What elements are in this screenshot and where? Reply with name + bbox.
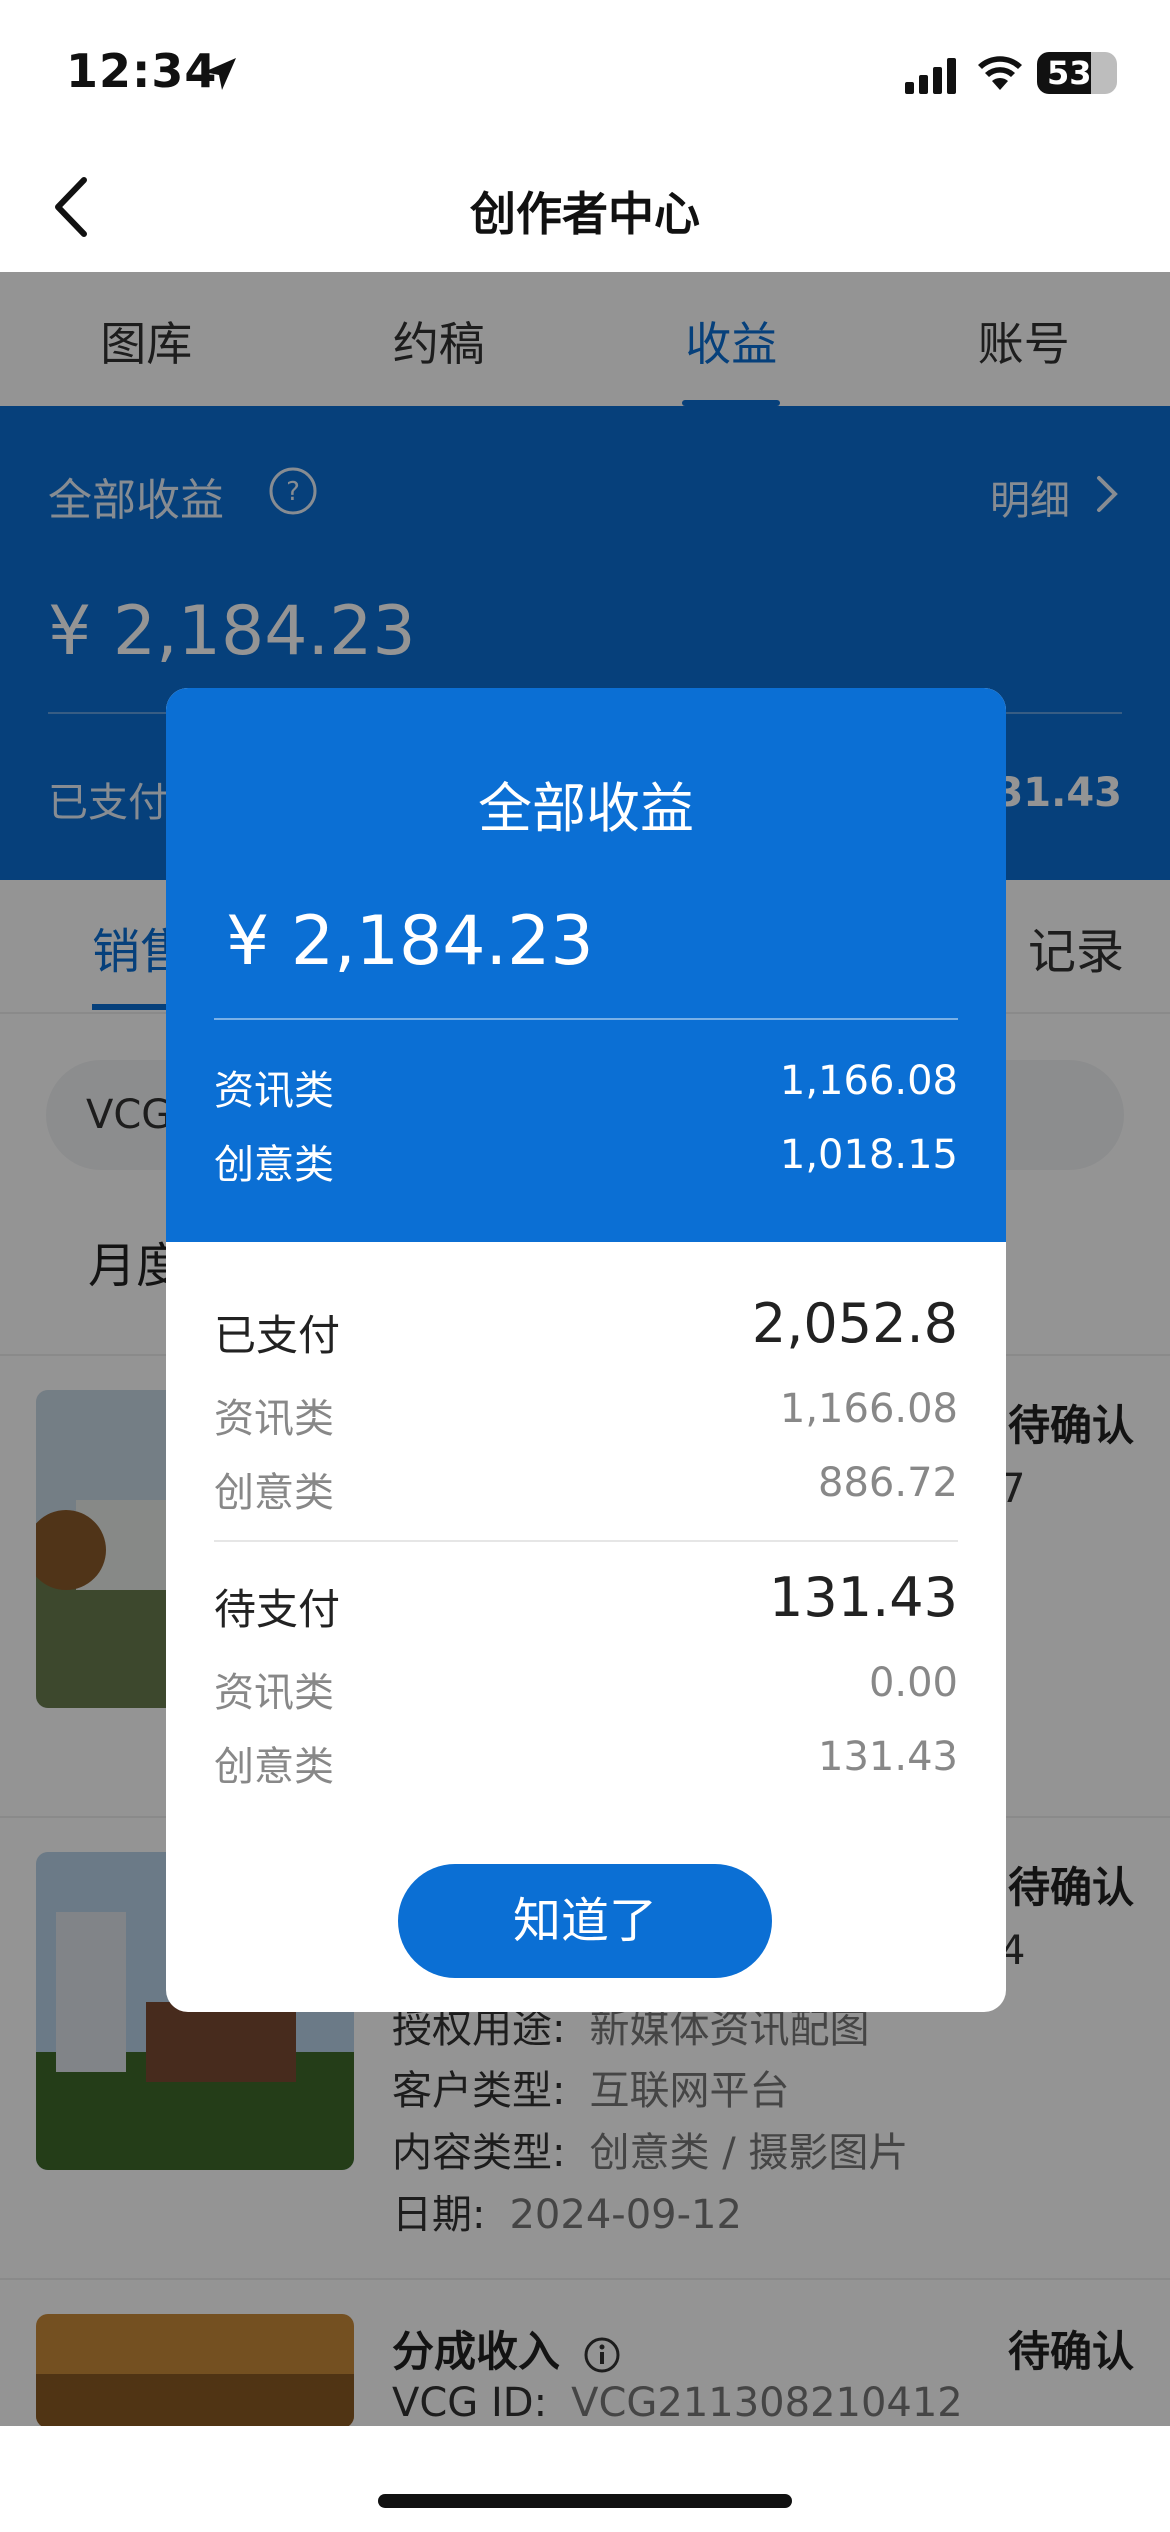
breakdown-label: 创意类	[214, 1142, 334, 1188]
page-title: 创作者中心	[470, 187, 700, 241]
modal-header: 全部收益 ¥ 2,184.23 资讯类 1,166.08 创意类 1,018.1…	[166, 688, 1006, 1242]
paid-total: 2,052.8	[751, 1292, 958, 1355]
breakdown-label: 资讯类	[214, 1068, 334, 1114]
paid-label: 已支付	[214, 1311, 341, 1360]
pending-item-value: 0.00	[868, 1660, 958, 1706]
pending-total: 131.43	[769, 1566, 958, 1629]
breakdown-value: 1,166.08	[779, 1058, 958, 1104]
pending-item-label: 资讯类	[214, 1670, 334, 1716]
pending-item-label: 创意类	[214, 1744, 334, 1790]
paid-item-label: 创意类	[214, 1470, 334, 1516]
wifi-icon	[978, 56, 1022, 90]
home-bar	[0, 2426, 1170, 2532]
cellular-signal-icon	[905, 58, 956, 94]
location-arrow-icon	[204, 58, 236, 90]
pending-item-value: 131.43	[818, 1734, 958, 1780]
breakdown-value: 1,018.15	[779, 1132, 958, 1178]
paid-item-label: 资讯类	[214, 1396, 334, 1442]
battery-icon: 53	[1037, 52, 1117, 94]
paid-item-value: 1,166.08	[779, 1386, 958, 1432]
pending-label: 待支付	[214, 1585, 341, 1634]
modal-title: 全部收益	[478, 777, 694, 840]
acknowledge-button[interactable]: 知道了	[398, 1864, 772, 1978]
nav-bar: 创作者中心	[0, 140, 1170, 272]
earnings-modal: 全部收益 ¥ 2,184.23 资讯类 1,166.08 创意类 1,018.1…	[166, 688, 1006, 2012]
divider	[214, 1018, 958, 1020]
divider	[214, 1540, 958, 1542]
modal-amount: ¥ 2,184.23	[226, 902, 594, 981]
status-bar: 12:34 53	[0, 0, 1170, 140]
battery-level: 53	[1047, 54, 1092, 92]
paid-item-value: 886.72	[818, 1460, 958, 1506]
status-time: 12:34	[66, 44, 218, 98]
home-indicator[interactable]	[378, 2494, 792, 2508]
